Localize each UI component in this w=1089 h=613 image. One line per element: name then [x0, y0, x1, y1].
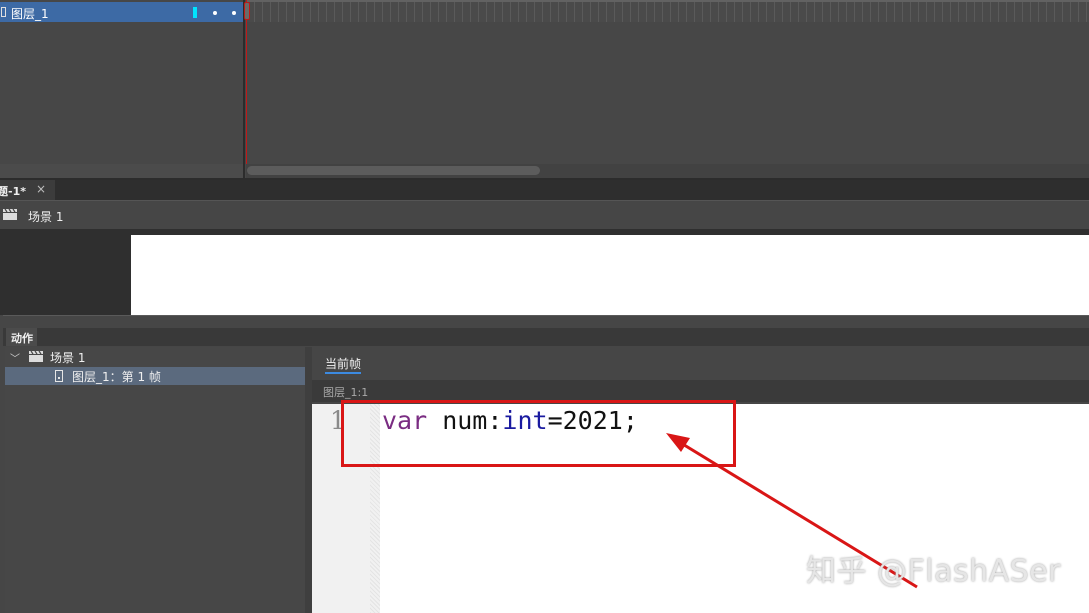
layer-name[interactable]: 图层_1: [11, 5, 49, 22]
tree-item-scene[interactable]: ﹀ 场景 1: [8, 348, 304, 367]
document-tabbar: [0, 180, 1089, 200]
layer-footer: [0, 164, 244, 178]
script-location-bar: 图层_1:1: [312, 380, 1089, 402]
document-tab-label[interactable]: 无题-1*: [0, 183, 26, 199]
layer-list: [0, 22, 244, 164]
scene-bar: 场景 1: [0, 200, 1089, 229]
layer-color-swatch[interactable]: [193, 7, 197, 18]
clapperboard-icon: [29, 351, 43, 362]
clapperboard-icon: [3, 209, 17, 220]
chevron-down-icon[interactable]: ﹀: [10, 350, 20, 365]
watermark: 知乎 @FlashASer: [806, 554, 1062, 589]
stage-canvas[interactable]: [131, 235, 1089, 315]
tab-current-frame[interactable]: 当前帧: [325, 355, 362, 374]
playhead-line[interactable]: [246, 0, 247, 178]
playhead-marker[interactable]: [244, 2, 250, 20]
script-navigator: [5, 347, 306, 613]
tab-actions[interactable]: 动作: [6, 328, 37, 346]
panel-divider[interactable]: [305, 347, 312, 613]
scene-label[interactable]: 场景 1: [28, 208, 63, 225]
tab-current-frame-label: 当前帧: [325, 357, 362, 371]
timeline-divider[interactable]: [243, 0, 245, 178]
actions-tabstrip: [3, 328, 1089, 346]
highlight-box: [341, 400, 736, 467]
layer-lock-dot[interactable]: [232, 11, 236, 15]
close-icon[interactable]: ×: [36, 182, 46, 196]
frames-row[interactable]: [246, 2, 1089, 22]
active-tab-indicator: [325, 372, 361, 374]
tree-item-scene-label: 场景 1: [50, 351, 86, 365]
script-location: 图层_1:1: [323, 386, 369, 399]
tree-item-layer-frame[interactable]: 图层_1：第 1 帧: [5, 367, 305, 385]
layer-row[interactable]: 图层_1: [0, 2, 244, 22]
timeline-scrollbar-thumb[interactable]: [247, 166, 540, 175]
layer-visibility-dot[interactable]: [213, 11, 217, 15]
frame-script-icon: [55, 370, 63, 382]
layer-type-icon: [1, 7, 6, 17]
tab-actions-label: 动作: [11, 332, 33, 345]
document-tab[interactable]: 无题-1* ×: [0, 180, 55, 200]
tree-item-layer-label: 图层_1：第 1 帧: [72, 370, 161, 384]
